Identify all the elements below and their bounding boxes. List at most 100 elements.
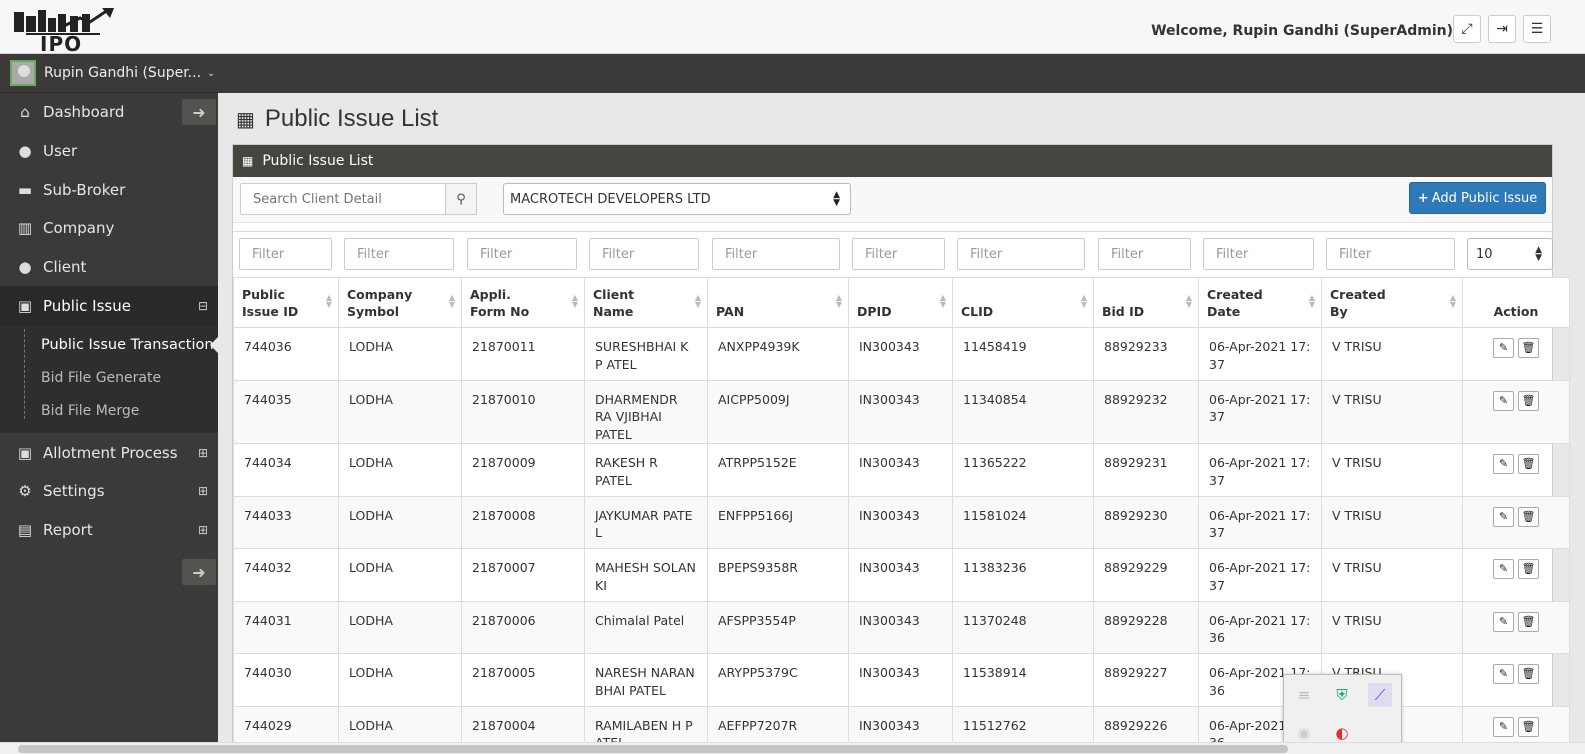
- cell-dpid: IN300343: [848, 379, 953, 444]
- search-button[interactable]: ⚲: [445, 183, 477, 215]
- page-size-select[interactable]: 10 ▲ ▼: [1467, 238, 1553, 270]
- edit-icon[interactable]: ✎: [1493, 506, 1514, 527]
- col-header-client-name[interactable]: Client Name ▲ ▼: [584, 277, 708, 328]
- edit-icon[interactable]: ✎: [1493, 611, 1514, 632]
- col-header-pan[interactable]: PAN ▲ ▼: [707, 277, 849, 328]
- sidebar-subitem-public-issue-transaction[interactable]: Public Issue Transaction: [0, 329, 218, 362]
- edit-icon[interactable]: ✎: [1493, 338, 1514, 358]
- col-header-created-by[interactable]: Created By ▲ ▼: [1321, 277, 1463, 328]
- avatar: [10, 60, 36, 86]
- trash-icon[interactable]: 🗑: [1518, 506, 1539, 527]
- sidebar-subitem-bid-file-generate[interactable]: Bid File Generate: [0, 362, 218, 395]
- cell-client-name: RAKESH R PATEL: [584, 443, 708, 497]
- fullscreen-button[interactable]: ⤢: [1453, 15, 1481, 43]
- col-header-company-symbol[interactable]: Company Symbol ▲ ▼: [338, 277, 462, 328]
- expand-plus-icon[interactable]: ⊞: [198, 484, 208, 498]
- menu-button[interactable]: ☰: [1523, 15, 1551, 43]
- logout-button[interactable]: ⇥: [1488, 15, 1516, 43]
- money-icon: ▣: [17, 443, 33, 462]
- cell-company-symbol: LODHA: [338, 548, 462, 602]
- money-icon: ▣: [17, 296, 33, 315]
- cell-bid-id: 88929230: [1093, 495, 1199, 549]
- cell-bid-id: 88929232: [1093, 379, 1199, 444]
- header-line: Action: [1493, 304, 1539, 319]
- col-header-form-no[interactable]: Appli. Form No ▲ ▼: [461, 277, 585, 328]
- notification-icon[interactable]: ≡: [1292, 683, 1316, 707]
- filter-clid[interactable]: Filter: [957, 238, 1085, 270]
- horizontal-scrollbar[interactable]: [0, 742, 1585, 754]
- cell-created-date: 06-Apr-2021 17: 37: [1198, 495, 1322, 549]
- expand-plus-icon[interactable]: ⊞: [198, 523, 208, 537]
- sidebar-item-allotment-process[interactable]: ▣ Allotment Process ⊞: [0, 433, 218, 472]
- trash-icon[interactable]: 🗑: [1518, 664, 1539, 684]
- sidebar-item-company[interactable]: ▥ Company: [0, 209, 218, 248]
- trash-icon[interactable]: 🗑: [1518, 611, 1539, 632]
- cell-clid: 11538914: [952, 653, 1094, 707]
- sidebar-item-public-issue[interactable]: ▣ Public Issue ⊟: [0, 286, 218, 326]
- expand-plus-icon[interactable]: ⊞: [198, 446, 208, 460]
- collapse-minus-icon[interactable]: ⊟: [198, 299, 208, 313]
- col-header-dpid[interactable]: DPID ▲ ▼: [848, 277, 953, 328]
- edit-icon[interactable]: ✎: [1493, 454, 1514, 474]
- shield-icon[interactable]: ⛨: [1330, 683, 1354, 707]
- cell-action: ✎ 🗑: [1462, 548, 1570, 602]
- profile-dropdown[interactable]: Rupin Gandhi (Super... ⌄: [0, 54, 218, 93]
- public-issue-panel: ▦ Public Issue List ⚲ MACROTECH DEVELOPE…: [232, 144, 1570, 754]
- cell-client-name: NARESH NARAN BHAI PATEL: [584, 653, 708, 707]
- cell-created-by: V TRISU: [1321, 443, 1463, 497]
- trash-icon[interactable]: 🗑: [1518, 454, 1539, 474]
- sort-icon: ▲ ▼: [1185, 293, 1192, 309]
- header-line: Name: [593, 304, 634, 319]
- filter-client-name[interactable]: Filter: [589, 238, 699, 270]
- sidebar-item-client[interactable]: ● Client: [0, 248, 218, 287]
- edit-icon[interactable]: ✎: [1493, 716, 1514, 737]
- sidebar-item-sub-broker[interactable]: ▬ Sub-Broker: [0, 170, 218, 209]
- filter-bid-id[interactable]: Filter: [1098, 238, 1191, 270]
- filter-created-by[interactable]: Filter: [1326, 238, 1455, 270]
- sidebar-item-label: User: [43, 142, 78, 161]
- edit-icon[interactable]: ✎: [1493, 664, 1514, 684]
- cell-issue-id: 744033: [233, 495, 339, 549]
- briefcase-icon: ▬: [17, 180, 33, 199]
- cell-issue-id: 744034: [233, 443, 339, 497]
- company-select[interactable]: MACROTECH DEVELOPERS LTD ▲ ▼: [503, 183, 851, 215]
- col-header-bid-id[interactable]: Bid ID ▲ ▼: [1093, 277, 1199, 328]
- trash-icon[interactable]: 🗑: [1518, 390, 1539, 411]
- sidebar-item-label: Settings: [43, 482, 105, 501]
- filter-form-no[interactable]: Filter: [467, 238, 577, 270]
- home-icon: ⌂: [20, 103, 30, 122]
- col-header-clid[interactable]: CLID ▲ ▼: [952, 277, 1094, 328]
- trash-icon[interactable]: 🗑: [1518, 338, 1539, 358]
- filter-issue-id[interactable]: Filter: [239, 238, 332, 270]
- cell-pan: ENFPP5166J: [707, 495, 849, 549]
- filter-created-date[interactable]: Filter: [1203, 238, 1314, 270]
- app-logo[interactable]: IPO: [10, 6, 118, 56]
- edit-icon[interactable]: ✎: [1493, 390, 1514, 411]
- filter-placeholder: Filter: [480, 246, 513, 262]
- collapse-sidebar-button[interactable]: ➜: [182, 99, 216, 125]
- sidebar-subitem-bid-file-merge[interactable]: Bid File Merge: [0, 395, 218, 428]
- col-header-issue-id[interactable]: Public Issue ID ▲ ▼: [233, 277, 339, 328]
- filter-pan[interactable]: Filter: [712, 238, 840, 270]
- scrollbar-thumb[interactable]: [18, 745, 1288, 753]
- sidebar-item-settings[interactable]: ⚙ Settings ⊞: [0, 472, 218, 511]
- filter-company-symbol[interactable]: Filter: [344, 238, 454, 270]
- cell-created-date: 06-Apr-2021 17: 36: [1198, 600, 1322, 654]
- main-content: ▦ Public Issue List ▦ Public Issue List …: [218, 93, 1585, 754]
- trash-icon[interactable]: 🗑: [1518, 559, 1539, 579]
- edit-icon[interactable]: ✎: [1493, 559, 1514, 579]
- collapse-sidebar-bottom-button[interactable]: ➜: [182, 559, 216, 585]
- search-client-input[interactable]: [240, 183, 446, 215]
- sort-icon: ▲ ▼: [1449, 293, 1456, 309]
- sidebar-item-dashboard[interactable]: ⌂ Dashboard ➜: [0, 93, 218, 132]
- filter-dpid[interactable]: Filter: [852, 238, 945, 270]
- col-header-created-date[interactable]: Created Date ▲ ▼: [1198, 277, 1322, 328]
- cell-issue-id: 744036: [233, 327, 339, 381]
- profile-name: Rupin Gandhi (Super...: [44, 65, 202, 81]
- header-line: PAN: [716, 304, 745, 319]
- trash-icon[interactable]: 🗑: [1518, 716, 1539, 737]
- feather-icon[interactable]: ⟋: [1368, 683, 1392, 707]
- sidebar-item-user[interactable]: ● User: [0, 132, 218, 171]
- sidebar-item-report[interactable]: ▤ Report ⊞: [0, 511, 218, 550]
- add-public-issue-button[interactable]: + Add Public Issue: [1409, 182, 1546, 214]
